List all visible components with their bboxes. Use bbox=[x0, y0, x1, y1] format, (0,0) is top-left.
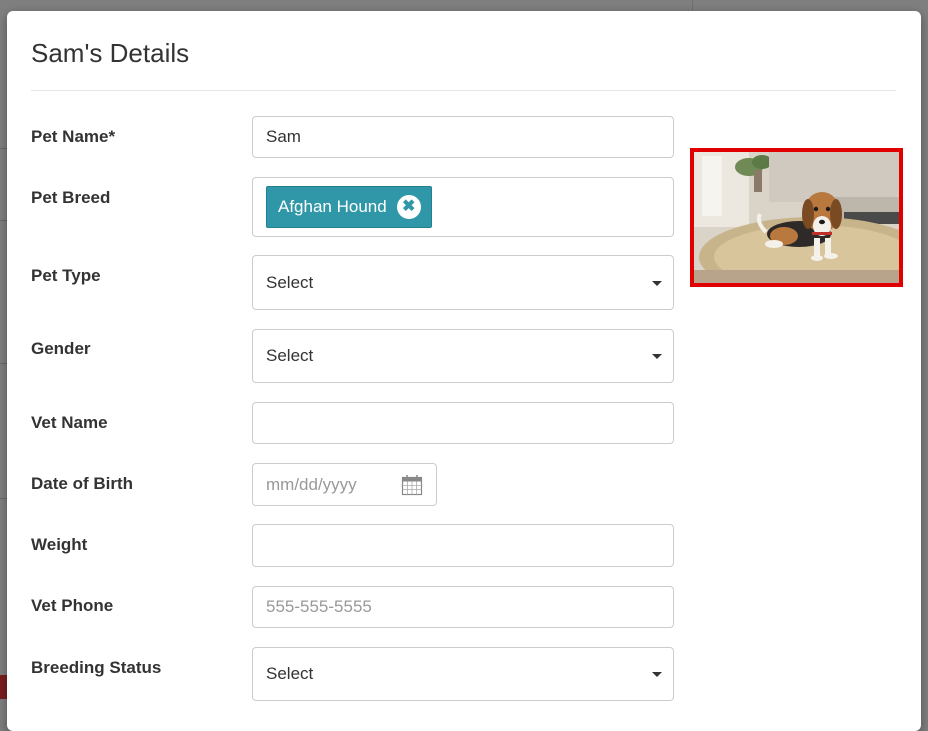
pet-breed-multiselect[interactable]: Afghan Hound ✖ bbox=[252, 177, 674, 237]
vet-phone-label: Vet Phone bbox=[31, 596, 114, 615]
breeding-status-select[interactable]: Select bbox=[252, 647, 674, 701]
breed-tag: Afghan Hound ✖ bbox=[266, 186, 432, 228]
pet-type-label: Pet Type bbox=[31, 266, 101, 285]
caret-down-icon bbox=[652, 354, 662, 359]
breeding-status-selected: Select bbox=[266, 664, 314, 683]
breeding-status-label: Breeding Status bbox=[31, 658, 162, 677]
caret-down-icon bbox=[652, 672, 662, 677]
pet-name-input[interactable] bbox=[252, 116, 674, 158]
date-of-birth-input[interactable]: mm/dd/yyyy bbox=[252, 463, 437, 506]
gender-selected: Select bbox=[266, 346, 314, 365]
pet-details-modal: Sam's Details Pet Name* Pet Breed Afghan… bbox=[7, 11, 921, 731]
gender-select[interactable]: Select bbox=[252, 329, 674, 383]
date-placeholder: mm/dd/yyyy bbox=[266, 474, 357, 494]
pet-type-selected: Select bbox=[266, 272, 314, 292]
calendar-icon[interactable] bbox=[401, 474, 423, 496]
gender-label: Gender bbox=[31, 339, 91, 358]
pet-name-label: Pet Name* bbox=[31, 127, 116, 146]
weight-label: Weight bbox=[31, 535, 88, 554]
date-of-birth-label: Date of Birth bbox=[31, 474, 133, 493]
caret-down-icon bbox=[652, 280, 662, 286]
vet-name-label: Vet Name bbox=[31, 413, 108, 432]
breed-tag-label: Afghan Hound bbox=[278, 197, 387, 216]
vet-name-input[interactable] bbox=[252, 402, 674, 444]
beagle-image bbox=[694, 152, 899, 283]
pet-photo[interactable] bbox=[690, 148, 903, 287]
pet-type-select[interactable]: Select bbox=[252, 255, 674, 310]
modal-title: Sam's Details bbox=[31, 38, 190, 68]
modal-divider bbox=[31, 90, 896, 91]
background-badge bbox=[0, 675, 7, 699]
pet-breed-label: Pet Breed bbox=[31, 188, 111, 207]
remove-tag-icon[interactable]: ✖ bbox=[396, 195, 421, 219]
vet-phone-input[interactable] bbox=[252, 586, 674, 628]
weight-input[interactable] bbox=[252, 524, 674, 567]
